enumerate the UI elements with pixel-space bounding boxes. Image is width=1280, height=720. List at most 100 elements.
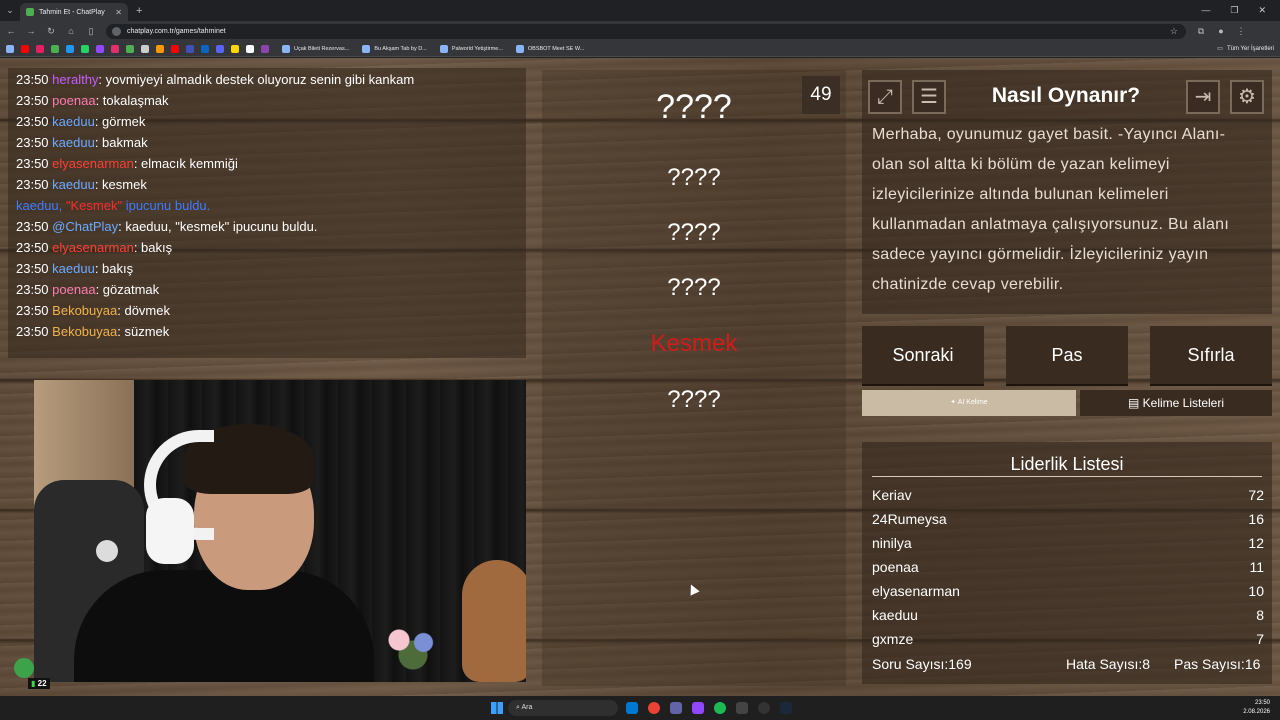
profile-icon[interactable]: ● xyxy=(1216,26,1226,36)
bookmark-item[interactable]: Bu Akşam Tab by D... xyxy=(362,44,427,53)
main-word: ???? xyxy=(656,88,732,126)
linkedin-bookmark-icon[interactable] xyxy=(201,44,209,53)
search-icon: ⌕ xyxy=(516,704,520,711)
chat-username: elyasenarman xyxy=(52,156,134,171)
word-lists-tab[interactable]: ▤ Kelime Listeleri xyxy=(1080,390,1272,416)
maximize-icon[interactable]: ❐ xyxy=(1230,5,1238,16)
chat-message: 23:50 heralthy: yovmiyeyi almadık destek… xyxy=(16,72,415,87)
leaderboard-row: kaeduu 8 xyxy=(872,607,1264,623)
edge-icon[interactable] xyxy=(626,702,638,714)
apps-icon[interactable] xyxy=(6,44,14,53)
bookmark-item[interactable]: Palworld Yetiştirme... xyxy=(439,44,503,53)
leaderboard-row: elyasenarman 10 xyxy=(872,583,1264,599)
chat-system-message: kaeduu, "Kesmek" ipucunu buldu. xyxy=(16,198,211,213)
chat-username: kaeduu xyxy=(52,135,95,150)
leaderboard-row: Keriav 72 xyxy=(872,487,1264,503)
webcam-overlay xyxy=(34,380,526,682)
bookmark-icon[interactable] xyxy=(66,44,74,53)
taskbar-search[interactable]: ⌕ Ara xyxy=(508,700,618,716)
chrome-icon[interactable] xyxy=(648,702,660,714)
chatplay-favicon-icon xyxy=(26,8,34,16)
teams-icon[interactable] xyxy=(670,702,682,714)
bookmark-star-icon[interactable]: ☆ xyxy=(1170,26,1178,37)
sidebar-icon[interactable]: ▯ xyxy=(86,26,96,37)
bookmark-icon[interactable] xyxy=(36,44,44,53)
next-button[interactable]: Sonraki xyxy=(862,326,984,384)
question-count: Soru Sayısı:169 xyxy=(872,656,972,672)
menu-icon[interactable]: ⋮ xyxy=(1236,26,1246,37)
bookmark-icon xyxy=(362,44,371,53)
chat-message: 23:50 Bekobuyaa: süzmek xyxy=(16,324,170,339)
chat-username: kaeduu xyxy=(52,177,95,192)
chat-message: 23:50 kaeduu: kesmek xyxy=(16,177,147,192)
minimize-icon[interactable]: — xyxy=(1201,5,1210,16)
reset-button[interactable]: Sıfırla xyxy=(1150,326,1272,384)
pass-count: Pas Sayısı:16 xyxy=(1174,656,1261,672)
bookmark-icon xyxy=(282,44,290,53)
home-icon[interactable]: ⌂ xyxy=(66,26,76,36)
list-icon: ▤ xyxy=(1127,396,1140,410)
new-tab-icon[interactable]: + xyxy=(136,5,142,17)
bookmark-item[interactable]: Uçak Bileti Rezervas... xyxy=(282,44,349,53)
bookmark-icon[interactable] xyxy=(51,44,59,53)
notes-icon[interactable]: ☰ xyxy=(912,80,946,114)
chat-message: 23:50 @ChatPlay: kaeduu, "kesmek" ipucun… xyxy=(16,219,318,234)
flowers xyxy=(378,620,448,670)
fullscreen-icon[interactable]: ⤢ xyxy=(868,80,902,114)
bookmark-icon[interactable] xyxy=(261,44,269,53)
bookmark-item[interactable]: OBSBOT Meet SE W... xyxy=(515,44,584,53)
app-icon[interactable] xyxy=(736,702,748,714)
bookmark-icon[interactable] xyxy=(141,44,149,53)
leaderboard-row: ninilya 12 xyxy=(872,535,1264,551)
hint-word-revealed: Kesmek xyxy=(650,330,738,357)
bookmark-icon[interactable] xyxy=(231,44,239,53)
ai-word-tab[interactable]: ✦ AI Kelime xyxy=(862,390,1076,416)
leaderboard-title: Liderlik Listesi xyxy=(1010,454,1124,474)
obs-icon[interactable] xyxy=(758,702,770,714)
forward-icon[interactable]: → xyxy=(26,26,36,36)
browser-tab[interactable]: Tahmin Et - ChatPlay ✕ xyxy=(20,3,128,21)
bookmark-icon xyxy=(439,44,448,53)
chair-logo xyxy=(96,540,118,562)
hint-word: ???? xyxy=(667,164,721,191)
settings-gear-icon[interactable]: ⚙ xyxy=(1230,80,1264,114)
system-clock[interactable]: 23:50 2.08.2026 xyxy=(1243,699,1270,717)
mic-indicator-icon xyxy=(14,658,34,678)
extensions-icon[interactable]: ⧉ xyxy=(1196,26,1206,37)
twitch-icon[interactable] xyxy=(692,702,704,714)
whatsapp-bookmark-icon[interactable] xyxy=(81,44,89,53)
pass-button[interactable]: Pas xyxy=(1006,326,1128,384)
error-count: Hata Sayısı:8 xyxy=(1066,656,1151,672)
ai-icon: ✦ xyxy=(950,399,957,406)
url-text: chatplay.com.tr/games/tahminet xyxy=(127,27,226,35)
discord-bookmark-icon[interactable] xyxy=(216,44,224,53)
exit-icon[interactable]: ⇥ xyxy=(1186,80,1220,114)
instagram-bookmark-icon[interactable] xyxy=(111,44,119,53)
windows-start-icon[interactable] xyxy=(491,702,503,714)
all-bookmarks[interactable]: ▭ Tüm Yer İşaretleri xyxy=(1217,45,1274,53)
bookmark-icon[interactable] xyxy=(156,44,164,53)
chat-username: kaeduu xyxy=(52,114,95,129)
chat-message: 23:50 kaeduu: bakış xyxy=(16,261,134,276)
reload-icon[interactable]: ↻ xyxy=(46,26,56,37)
twitch-bookmark-icon[interactable] xyxy=(96,44,104,53)
chat-username: elyasenarman xyxy=(52,240,134,255)
close-tab-icon[interactable]: ✕ xyxy=(115,8,122,17)
bookmark-icon[interactable] xyxy=(126,44,134,53)
chat-username: Bekobuyaa xyxy=(52,303,118,318)
back-icon[interactable]: ← xyxy=(6,26,16,36)
steam-icon[interactable] xyxy=(780,702,792,714)
tab-search-icon[interactable]: ⌄ xyxy=(0,5,20,16)
chat-username: poenaa xyxy=(52,93,96,108)
spotify-icon[interactable] xyxy=(714,702,726,714)
close-window-icon[interactable]: ✕ xyxy=(1258,5,1266,16)
site-info-icon[interactable] xyxy=(112,26,121,36)
hint-word: ???? xyxy=(667,219,721,246)
youtube-bookmark-icon[interactable] xyxy=(21,44,29,53)
bookmark-icon[interactable] xyxy=(186,44,194,53)
bookmarks-bar: Uçak Bileti Rezervas... Bu Akşam Tab by … xyxy=(0,41,1280,57)
url-field[interactable]: chatplay.com.tr/games/tahminet ☆ xyxy=(106,23,1186,39)
bookmark-icon[interactable] xyxy=(171,44,179,53)
chat-message: 23:50 elyasenarman: bakış xyxy=(16,240,173,255)
x-bookmark-icon[interactable] xyxy=(246,44,254,53)
